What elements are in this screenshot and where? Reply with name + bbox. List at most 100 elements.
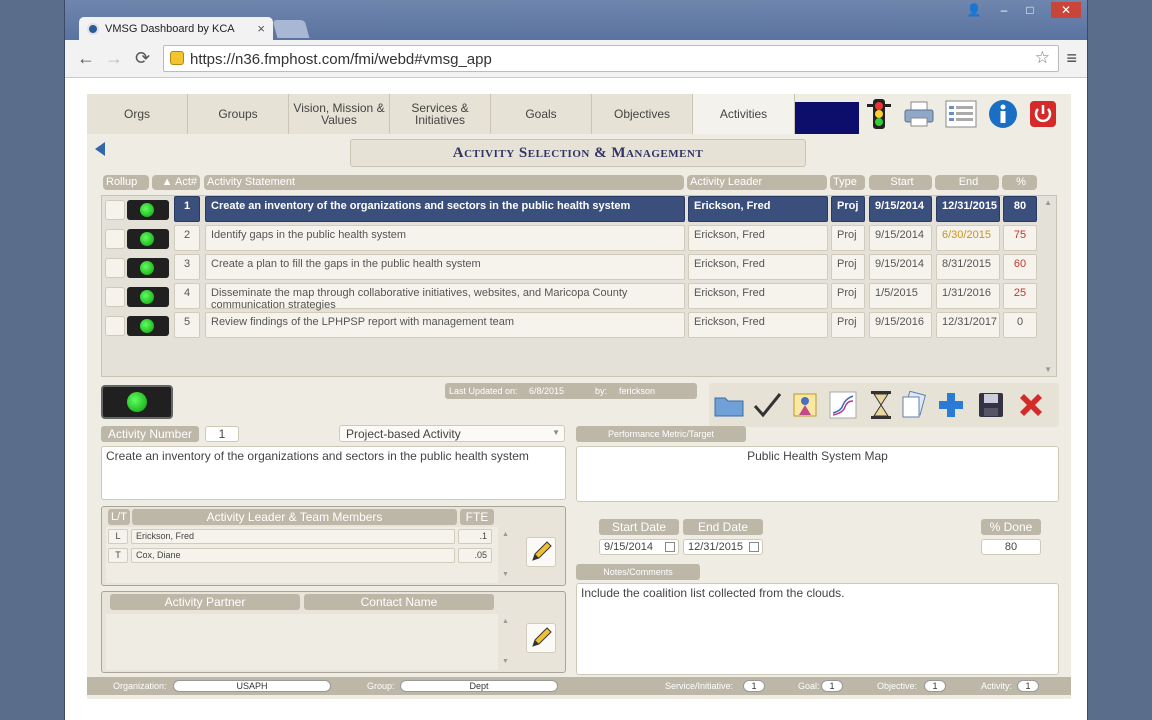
save-icon[interactable] <box>975 389 1007 421</box>
checkmark-icon[interactable] <box>751 389 783 421</box>
open-folder-icon[interactable] <box>713 389 745 421</box>
scroll-up-icon[interactable]: ▲ <box>1044 198 1052 207</box>
activity-list[interactable]: 1 Create an inventory of the organizatio… <box>101 195 1057 377</box>
status-light-icon <box>127 229 169 249</box>
edit-team-pencil-icon[interactable] <box>526 537 556 567</box>
browser-menu-icon[interactable]: ≡ <box>1066 48 1077 69</box>
address-bar[interactable]: https://n36.fmphost.com/fmi/webd#vmsg_ap… <box>163 45 1059 72</box>
team-list[interactable]: L Erickson, Fred .1 T Cox, Diane .05 <box>106 527 498 583</box>
browser-tab[interactable]: VMSG Dashboard by KCA × <box>79 17 273 41</box>
tab-objectives[interactable]: Objectives <box>592 94 693 134</box>
scroll-down-icon[interactable]: ▼ <box>502 571 509 578</box>
scroll-up-icon[interactable]: ▲ <box>502 618 509 625</box>
chevron-down-icon: ▼ <box>552 428 560 437</box>
pct-done-field[interactable]: 80 <box>981 539 1041 555</box>
team-member-name[interactable]: Cox, Diane <box>131 548 455 563</box>
rollup-checkbox[interactable] <box>105 316 125 336</box>
rollup-checkbox[interactable] <box>105 258 125 278</box>
tab-services[interactable]: Services & Initiatives <box>390 94 491 134</box>
activity-number-field[interactable]: 1 <box>205 426 239 442</box>
notes-field[interactable]: Include the coalition list collected fro… <box>576 583 1059 675</box>
table-row[interactable]: 5 Review findings of the LPHPSP report w… <box>102 312 1042 338</box>
big-status-light-icon <box>101 385 173 419</box>
activity-statement[interactable]: Create an inventory of the organizations… <box>205 196 685 222</box>
activity-type-select[interactable]: Project-based Activity ▼ <box>339 425 565 442</box>
activity-leader: Erickson, Fred <box>688 225 828 251</box>
activity-statement[interactable]: Review findings of the LPHPSP report wit… <box>205 312 685 338</box>
tab-groups[interactable]: Groups <box>188 94 289 134</box>
copy-records-icon[interactable] <box>897 389 929 421</box>
col-header-start[interactable]: Start <box>869 175 932 190</box>
footer-group-field[interactable]: Dept <box>400 680 558 692</box>
bookmark-star-icon[interactable]: ☆ <box>1035 48 1050 68</box>
table-row[interactable]: 2 Identify gaps in the public health sys… <box>102 225 1042 251</box>
end-date: 1/31/2016 <box>936 283 1000 309</box>
delete-icon[interactable] <box>1015 389 1047 421</box>
contact-name-header: Contact Name <box>304 594 494 610</box>
list-view-icon[interactable] <box>945 98 977 130</box>
col-header-act[interactable]: ▲ Act# <box>152 175 200 190</box>
rollup-checkbox[interactable] <box>105 229 125 249</box>
end-date-field[interactable]: 12/31/2015 <box>683 539 763 555</box>
footer-org-field[interactable]: USAPH <box>173 680 331 692</box>
col-header-rollup[interactable]: Rollup <box>103 175 149 190</box>
rollup-checkbox[interactable] <box>105 287 125 307</box>
activity-statement[interactable]: Identify gaps in the public health syste… <box>205 225 685 251</box>
scroll-down-icon[interactable]: ▼ <box>1044 365 1052 374</box>
minimize-button[interactable]: – <box>991 2 1017 18</box>
calendar-icon[interactable] <box>749 542 759 552</box>
activity-statement-field[interactable]: Create an inventory of the organizations… <box>101 446 566 500</box>
act-number: 1 <box>174 196 200 222</box>
back-icon[interactable]: ← <box>77 48 95 69</box>
close-window-button[interactable]: ✕ <box>1051 2 1081 18</box>
forward-icon[interactable]: → <box>105 48 123 69</box>
reload-icon[interactable]: ⟳ <box>135 48 150 69</box>
tab-close-icon[interactable]: × <box>257 21 265 36</box>
start-date-field[interactable]: 9/15/2014 <box>599 539 679 555</box>
table-row[interactable]: 3 Create a plan to fill the gaps in the … <box>102 254 1042 280</box>
table-row[interactable]: 4 Disseminate the map through collaborat… <box>102 283 1042 311</box>
user-icon[interactable]: 👤 <box>961 2 987 18</box>
scroll-down-icon[interactable]: ▼ <box>502 658 509 665</box>
tab-goals[interactable]: Goals <box>491 94 592 134</box>
edit-partner-pencil-icon[interactable] <box>526 623 556 653</box>
tab-orgs[interactable]: Orgs <box>87 94 188 134</box>
team-fte[interactable]: .05 <box>458 548 492 563</box>
performance-metric-field[interactable]: Public Health System Map <box>576 446 1059 502</box>
traffic-light-icon[interactable] <box>863 98 895 130</box>
add-icon[interactable] <box>935 389 967 421</box>
app-panel: Orgs Groups Vision, Mission & Values Ser… <box>87 94 1071 699</box>
col-header-statement[interactable]: Activity Statement <box>204 175 684 190</box>
hourglass-icon[interactable] <box>865 389 897 421</box>
activity-statement[interactable]: Create a plan to fill the gaps in the pu… <box>205 254 685 280</box>
scroll-up-icon[interactable]: ▲ <box>502 531 509 538</box>
browser-titlebar: VMSG Dashboard by KCA × 👤 – □ ✕ <box>65 0 1087 41</box>
new-tab-button[interactable] <box>272 20 310 38</box>
activity-type-value: Project-based Activity <box>346 427 461 441</box>
info-icon[interactable] <box>987 98 1019 130</box>
tab-activities[interactable]: Activities <box>693 94 795 134</box>
footer-objective-field[interactable]: 1 <box>924 680 946 692</box>
calendar-icon[interactable] <box>665 542 675 552</box>
power-icon[interactable] <box>1027 98 1059 130</box>
col-header-pct[interactable]: % <box>1002 175 1037 190</box>
col-header-type[interactable]: Type <box>830 175 865 190</box>
team-member-name[interactable]: Erickson, Fred <box>131 529 455 544</box>
footer-goal-field[interactable]: 1 <box>821 680 843 692</box>
printer-icon[interactable] <box>903 98 935 130</box>
partner-list[interactable] <box>106 614 498 670</box>
footer-activity-field[interactable]: 1 <box>1017 680 1039 692</box>
col-header-leader[interactable]: Activity Leader <box>687 175 827 190</box>
line-chart-icon[interactable] <box>827 389 859 421</box>
table-row[interactable]: 1 Create an inventory of the organizatio… <box>102 196 1042 222</box>
footer-service-field[interactable]: 1 <box>743 680 765 692</box>
end-date: 6/30/2015 <box>936 225 1000 251</box>
back-arrow-icon[interactable] <box>95 142 105 156</box>
maximize-button[interactable]: □ <box>1017 2 1043 18</box>
rollup-checkbox[interactable] <box>105 200 125 220</box>
team-fte[interactable]: .1 <box>458 529 492 544</box>
tab-vision-mission[interactable]: Vision, Mission & Values <box>289 94 390 134</box>
col-header-end[interactable]: End <box>935 175 999 190</box>
activity-statement[interactable]: Disseminate the map through collaborativ… <box>205 283 685 311</box>
org-chart-icon[interactable] <box>789 389 821 421</box>
